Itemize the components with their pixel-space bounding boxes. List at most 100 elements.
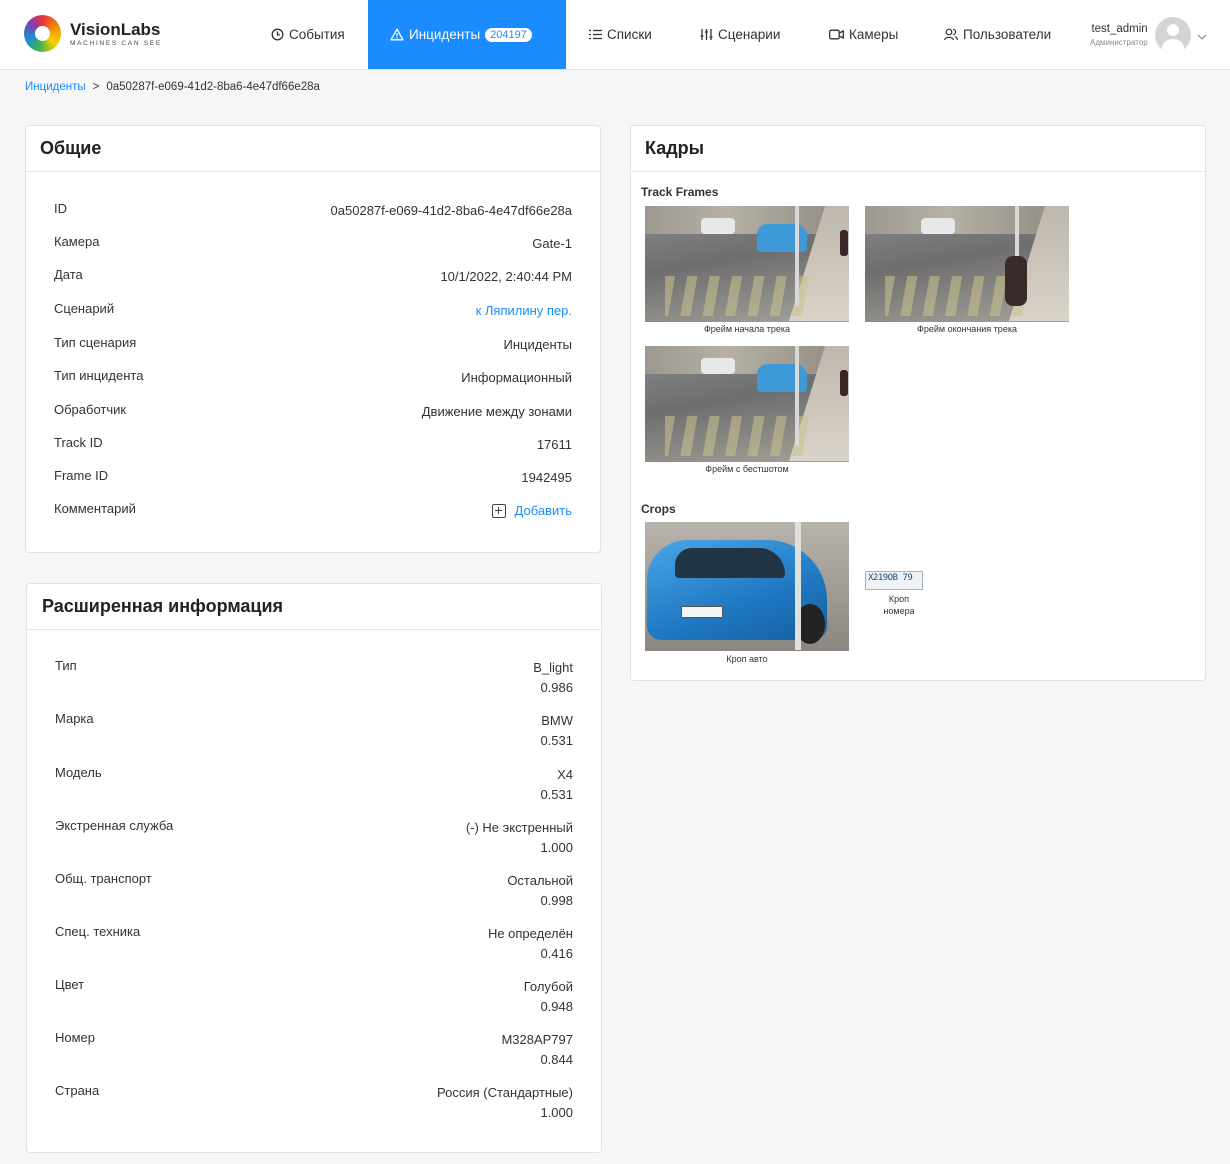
nav-incidents[interactable]: Инциденты 204197: [368, 0, 566, 69]
row-value: Движение между зонами: [421, 404, 572, 419]
nav-scenarios-label: Сценарии: [718, 27, 781, 42]
row-label: Тип: [55, 658, 77, 673]
clock-icon: [271, 28, 284, 41]
scenario-link[interactable]: к Ляпилину пер.: [476, 303, 572, 318]
row-value: M328AP797: [501, 1032, 573, 1047]
row-label: Модель: [55, 765, 102, 780]
row-score: 0.416: [540, 946, 573, 961]
track-frames-label: Track Frames: [641, 185, 719, 199]
general-row-scenario-type: Тип сценария Инциденты: [54, 335, 572, 352]
row-label: Frame ID: [54, 468, 109, 483]
extended-row-plate: Номер M328AP797 0.844: [55, 1030, 573, 1067]
frames-card: Кадры Track Frames Фрейм начала трека Фр…: [630, 125, 1206, 681]
row-value: Инциденты: [503, 337, 572, 352]
plate-crop[interactable]: X219OB 79: [865, 571, 923, 590]
row-value: BMW: [541, 713, 573, 728]
breadcrumb-incidents-link[interactable]: Инциденты: [25, 81, 86, 93]
extended-row-type: Тип B_light 0.986: [55, 658, 573, 695]
row-label: Номер: [55, 1030, 96, 1045]
extended-card-title: Расширенная информация: [27, 584, 601, 630]
nav-events-label: События: [289, 27, 345, 42]
row-label: Страна: [55, 1083, 100, 1098]
row-label: ID: [54, 201, 67, 216]
row-label: Комментарий: [54, 501, 136, 516]
general-row-scenario: Сценарий к Ляпилину пер.: [54, 301, 572, 318]
row-score: 0.531: [540, 733, 573, 748]
row-label: Экстренная служба: [55, 818, 174, 833]
bestshot-frame[interactable]: [645, 346, 849, 462]
extended-row-brand: Марка BMW 0.531: [55, 711, 573, 748]
row-value: 1942495: [521, 470, 572, 485]
nav-users[interactable]: Пользователи: [944, 0, 1051, 69]
bestshot-caption: Фрейм с бестшотом: [705, 464, 789, 474]
nav-lists-label: Списки: [607, 27, 652, 42]
track-end-caption: Фрейм окончания трека: [917, 324, 1017, 334]
breadcrumb-separator: >: [92, 81, 100, 93]
row-value: Россия (Стандартные): [437, 1085, 573, 1100]
general-row-date: Дата 10/1/2022, 2:40:44 PM: [54, 267, 572, 284]
extended-row-country: Страна Россия (Стандартные) 1.000: [55, 1083, 573, 1120]
general-row-comment: Комментарий Добавить: [54, 501, 572, 518]
list-icon: [589, 29, 602, 40]
row-value: Информационный: [461, 370, 572, 385]
avatar[interactable]: [1154, 17, 1191, 53]
row-label: Тип инцидента: [54, 368, 144, 383]
frames-card-title: Кадры: [631, 126, 1205, 172]
users-icon: [944, 28, 958, 41]
general-row-frame-id: Frame ID 1942495: [54, 468, 572, 485]
row-score: 0.531: [540, 787, 573, 802]
row-value: Не определён: [487, 926, 573, 941]
add-comment-button[interactable]: Добавить: [491, 503, 572, 518]
general-row-track-id: Track ID 17611: [54, 435, 572, 452]
row-label: Обработчик: [54, 402, 127, 417]
extended-row-special-vehicle: Спец. техника Не определён 0.416: [55, 924, 573, 961]
vehicle-crop[interactable]: [645, 522, 849, 651]
nav-users-label: Пользователи: [963, 27, 1052, 42]
row-label: Track ID: [54, 435, 103, 450]
extended-row-public-transport: Общ. транспорт Остальной 0.998: [55, 871, 573, 908]
crops-label: Crops: [641, 502, 676, 516]
row-label: Дата: [54, 267, 83, 282]
row-label: Спец. техника: [55, 924, 141, 939]
nav-cameras-label: Камеры: [849, 27, 899, 42]
extended-info-card: Расширенная информация Тип B_light 0.986 …: [26, 583, 602, 1153]
row-value: Gate-1: [532, 236, 572, 251]
brand-tagline: MACHINES CAN SEE: [70, 39, 162, 47]
nav-events[interactable]: События: [271, 0, 345, 69]
breadcrumb-current: 0a50287f-e069-41d2-8ba6-4e47df66e28a: [106, 81, 320, 93]
user-name: test_admin: [1091, 23, 1148, 35]
general-row-handler: Обработчик Движение между зонами: [54, 402, 572, 419]
nav-lists[interactable]: Списки: [589, 0, 652, 69]
row-score: 0.986: [540, 680, 573, 695]
nav-scenarios[interactable]: Сценарии: [700, 0, 780, 69]
row-value: (-) Не экстренный: [465, 820, 573, 835]
plus-square-icon: [491, 503, 506, 518]
logo[interactable]: VisionLabs MACHINES CAN SEE: [24, 15, 162, 52]
video-camera-icon: [829, 29, 844, 40]
row-value: Голубой: [523, 979, 573, 994]
plate-crop-caption-line1: Кроп: [888, 594, 910, 604]
row-label: Тип сценария: [54, 335, 137, 350]
general-card-title: Общие: [26, 126, 600, 172]
vehicle-crop-caption: Кроп авто: [726, 654, 768, 664]
track-start-frame[interactable]: [645, 206, 849, 322]
user-role: Администратор: [1090, 38, 1148, 47]
warning-icon: [390, 28, 404, 41]
logo-mark-icon: [24, 15, 61, 52]
row-score: 0.844: [540, 1052, 573, 1067]
row-value: X4: [557, 767, 573, 782]
brand-name: VisionLabs: [70, 19, 161, 39]
row-score: 1.000: [540, 840, 573, 855]
nav-cameras[interactable]: Камеры: [829, 0, 898, 69]
general-card: Общие ID 0a50287f-e069-41d2-8ba6-4e47df6…: [25, 125, 601, 553]
row-label: Сценарий: [54, 301, 115, 316]
track-end-frame[interactable]: [865, 206, 1069, 322]
plate-crop-text: X219OB 79: [868, 573, 913, 583]
user-menu[interactable]: test_admin Администратор: [1090, 15, 1207, 55]
row-value: B_light: [533, 660, 573, 675]
chevron-down-icon[interactable]: [1197, 28, 1207, 43]
incidents-count-badge: 204197: [485, 27, 532, 42]
extended-row-emergency: Экстренная служба (-) Не экстренный 1.000: [55, 818, 573, 855]
plate-crop-caption: Кроп номера: [865, 593, 933, 617]
general-row-incident-type: Тип инцидента Информационный: [54, 368, 572, 385]
